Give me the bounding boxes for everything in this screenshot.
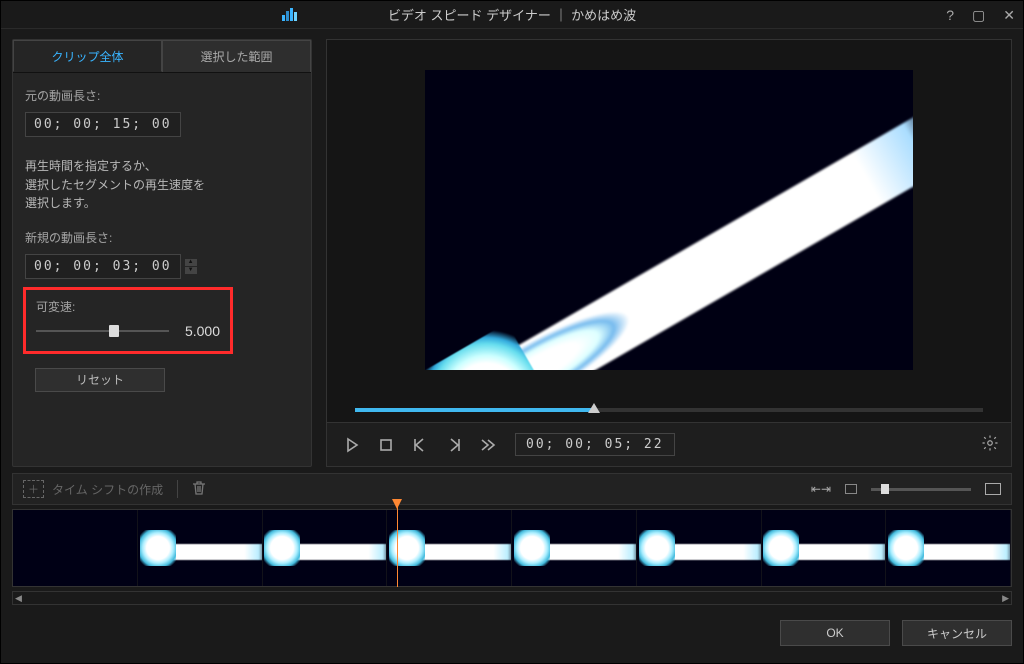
spinner-up-icon[interactable]: ▲ <box>185 259 197 266</box>
footer: OK キャンセル <box>12 611 1012 655</box>
new-length-input[interactable]: 00; 00; 03; 00 <box>25 254 181 279</box>
timeline-thumb[interactable] <box>263 510 388 586</box>
tab-selected-range[interactable]: 選択した範囲 <box>162 40 311 72</box>
thumbnail-strip[interactable] <box>12 509 1012 587</box>
snap-icon[interactable]: ⇤⇥ <box>811 482 831 496</box>
zoom-slider-handle[interactable] <box>881 484 889 494</box>
progress-handle-icon[interactable] <box>588 403 600 415</box>
create-timeshift-button[interactable]: ＋ タイム シフトの作成 <box>23 480 163 498</box>
create-timeshift-label: タイム シフトの作成 <box>52 481 163 498</box>
main-area: クリップ全体 選択した範囲 元の動画長さ: 00; 00; 15; 00 再生時… <box>1 29 1023 467</box>
app-icon <box>282 8 297 21</box>
spinner-down-icon[interactable]: ▼ <box>185 267 197 274</box>
maximize-icon[interactable]: ▢ <box>968 7 989 24</box>
settings-panel: クリップ全体 選択した範囲 元の動画長さ: 00; 00; 15; 00 再生時… <box>12 39 312 467</box>
tab-row: クリップ全体 選択した範囲 <box>13 40 311 73</box>
ok-button[interactable]: OK <box>780 620 890 646</box>
window: ビデオ スピード デザイナー ｜ かめはめ波 ? ▢ ✕ クリップ全体 選択した… <box>0 0 1024 664</box>
delete-icon[interactable] <box>192 480 206 499</box>
close-icon[interactable]: ✕ <box>999 7 1019 24</box>
horizontal-scrollbar[interactable]: ◀ ▶ <box>12 591 1012 605</box>
timeline-thumb[interactable] <box>762 510 887 586</box>
speed-label: 可変速: <box>36 298 220 315</box>
timeline-thumb[interactable] <box>138 510 263 586</box>
scroll-left-icon[interactable]: ◀ <box>15 593 22 604</box>
preview-panel: 00; 00; 05; 22 <box>326 39 1012 467</box>
timeline <box>12 509 1012 587</box>
window-title: ビデオ スピード デザイナー ｜ かめはめ波 <box>388 5 636 24</box>
timeline-thumb[interactable] <box>637 510 762 586</box>
fast-forward-button[interactable] <box>475 432 501 458</box>
zoom-slider[interactable] <box>871 488 971 491</box>
timeline-thumb[interactable] <box>13 510 138 586</box>
playback-time[interactable]: 00; 00; 05; 22 <box>515 433 675 456</box>
timeline-toolbar: ＋ タイム シフトの作成 ⇤⇥ <box>12 473 1012 505</box>
play-button[interactable] <box>339 432 365 458</box>
add-icon: ＋ <box>23 480 44 498</box>
prev-frame-button[interactable] <box>407 432 433 458</box>
next-frame-button[interactable] <box>441 432 467 458</box>
titlebar: ビデオ スピード デザイナー ｜ かめはめ波 ? ▢ ✕ <box>1 1 1023 29</box>
playhead[interactable] <box>397 501 398 587</box>
preview-image <box>425 70 913 370</box>
timeline-thumb[interactable] <box>387 510 512 586</box>
help-icon[interactable]: ? <box>942 7 958 23</box>
original-length-value: 00; 00; 15; 00 <box>25 112 181 137</box>
stop-button[interactable] <box>373 432 399 458</box>
timeline-thumb[interactable] <box>886 510 1011 586</box>
speed-highlight: 可変速: 5.000 <box>23 287 233 354</box>
original-length-label: 元の動画長さ: <box>25 87 299 104</box>
zoom-out-icon[interactable] <box>845 484 857 494</box>
reset-button[interactable]: リセット <box>35 368 165 392</box>
scroll-right-icon[interactable]: ▶ <box>1002 593 1009 604</box>
speed-slider[interactable] <box>36 330 169 332</box>
speed-slider-handle[interactable] <box>109 325 119 337</box>
fit-icon[interactable] <box>985 483 1001 495</box>
cancel-button[interactable]: キャンセル <box>902 620 1012 646</box>
separator <box>177 480 178 498</box>
speed-value: 5.000 <box>185 323 220 339</box>
tab-entire-clip[interactable]: クリップ全体 <box>13 40 162 72</box>
preview-box <box>326 39 1012 423</box>
new-length-label: 新規の動画長さ: <box>25 229 299 246</box>
settings-icon[interactable] <box>981 434 999 455</box>
preview-progress[interactable] <box>355 408 983 412</box>
timeline-thumb[interactable] <box>512 510 637 586</box>
new-length-spinner[interactable]: ▲ ▼ <box>185 259 197 274</box>
playback-controls: 00; 00; 05; 22 <box>326 423 1012 467</box>
instruction-text: 再生時間を指定するか、 選択したセグメントの再生速度を 選択します。 <box>25 157 299 213</box>
